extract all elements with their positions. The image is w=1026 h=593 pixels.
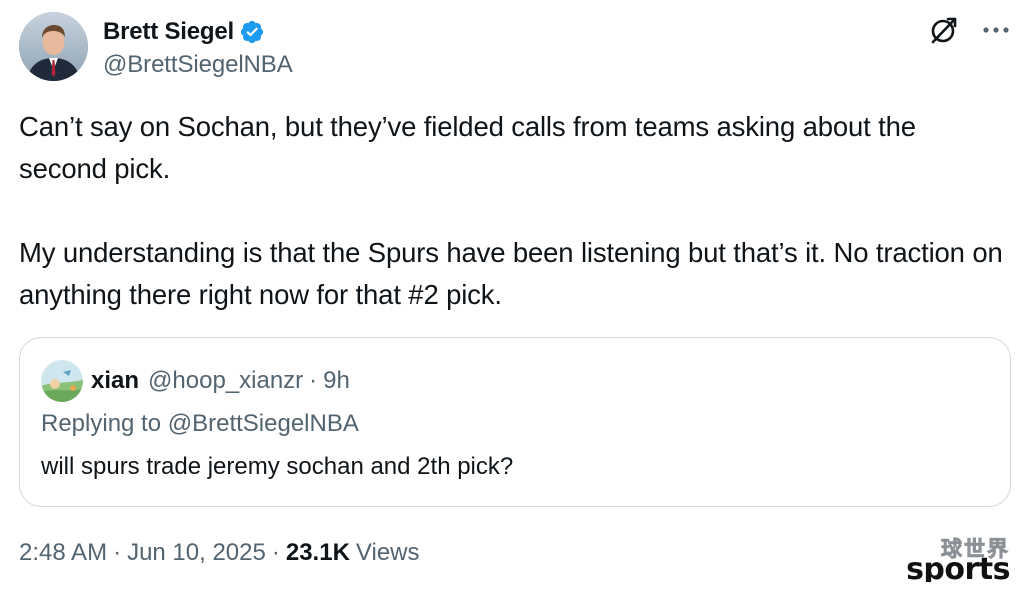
replying-to: Replying to @BrettSiegelNBA <box>41 410 359 437</box>
views-count: 23.1K <box>285 539 350 566</box>
separator: · <box>113 539 122 566</box>
quoted-time: 9h <box>323 367 350 394</box>
separator: · <box>271 539 280 566</box>
quoted-author-name: xian <box>91 367 140 394</box>
tweet-meta: 2:48 AM · Jun 10, 2025 · 23.1K Views <box>19 539 420 567</box>
grok-icon[interactable] <box>928 14 960 46</box>
quoted-author-avatar <box>41 360 83 402</box>
views-label: Views <box>355 539 420 566</box>
quoted-author-handle: @hoop_xianzr <box>148 367 304 394</box>
author-display-name[interactable]: Brett Siegel <box>103 18 234 46</box>
tweet-paragraph: My understanding is that the Spurs have … <box>19 237 1003 310</box>
post-time[interactable]: 2:48 AM <box>19 539 107 567</box>
more-icon[interactable] <box>982 16 1010 44</box>
tweet-header: Brett Siegel @BrettSiegelNBA <box>19 12 1010 82</box>
quoted-text: will spurs trade jeremy sochan and 2th p… <box>41 453 514 480</box>
svg-text:sports: sports <box>906 552 1010 582</box>
post-date[interactable]: Jun 10, 2025 <box>127 539 266 567</box>
quoted-tweet[interactable]: xian @hoop_xianzr · 9h Replying to @Bret… <box>19 337 1011 507</box>
author-avatar[interactable] <box>19 12 88 81</box>
tweet-body: Can’t say on Sochan, but they’ve fielded… <box>19 106 1009 316</box>
watermark-logo: 球世界 sports <box>872 536 1012 587</box>
separator: · <box>309 367 318 394</box>
tweet-paragraph: Can’t say on Sochan, but they’ve fielded… <box>19 111 916 184</box>
author-handle[interactable]: @BrettSiegelNBA <box>103 51 293 79</box>
verified-badge-icon[interactable] <box>239 19 265 45</box>
